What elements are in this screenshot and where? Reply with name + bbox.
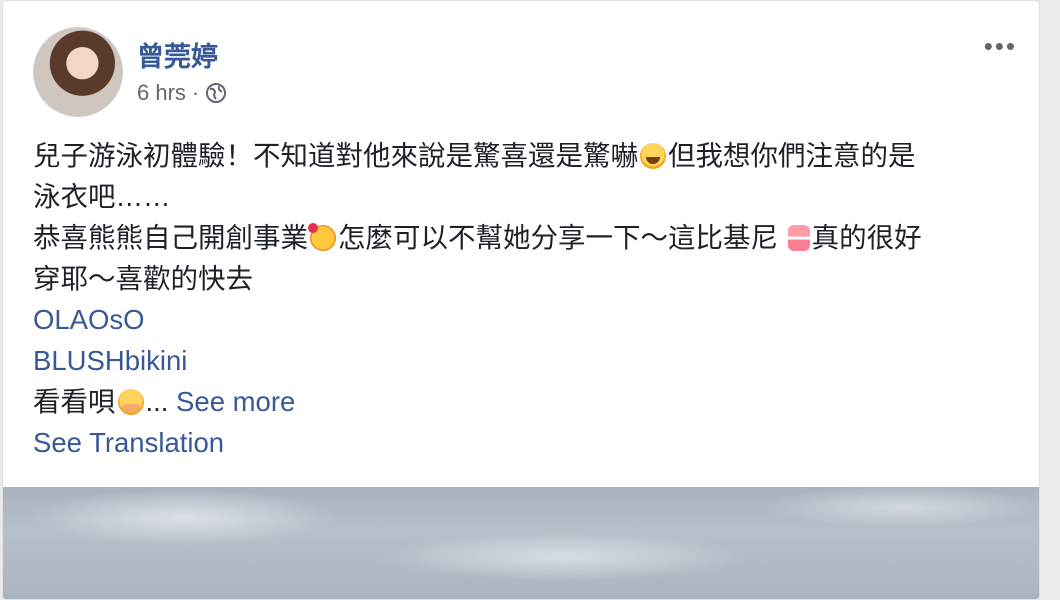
face-with-tears-of-joy-icon bbox=[640, 143, 666, 169]
post-text: 恭喜熊熊自己開創事業 bbox=[33, 222, 308, 253]
post-card: 曾莞婷 6 hrs · ••• 兒子游泳初體驗！不知道對他來說是驚喜還是驚嚇 但我… bbox=[2, 0, 1040, 600]
see-more-link[interactable]: See more bbox=[168, 386, 295, 417]
post-text: 但我想你們注意的是 bbox=[668, 140, 916, 171]
ellipsis: ... bbox=[145, 386, 169, 417]
post-photo[interactable] bbox=[3, 487, 1039, 599]
post-line: 恭喜熊熊自己開創事業 怎麼可以不幫她分享一下～這比基尼 真的很好 bbox=[33, 217, 1023, 258]
more-options-button[interactable]: ••• bbox=[984, 31, 1017, 62]
post-text: 怎麼可以不幫她分享一下～這比基尼 bbox=[338, 222, 786, 253]
post-text: 穿耶～喜歡的快去 bbox=[33, 263, 253, 294]
page-link-olaoso[interactable]: OLAOsO bbox=[33, 299, 1023, 340]
hugging-face-icon bbox=[117, 389, 144, 415]
post-text: 真的很好 bbox=[811, 222, 922, 253]
author-name[interactable]: 曾莞婷 bbox=[137, 35, 218, 74]
post-line: 看看唄... See more bbox=[33, 381, 1023, 422]
post-text: 兒子游泳初體驗！不知道對他來說是驚喜還是驚嚇 bbox=[33, 140, 638, 171]
post-body: 兒子游泳初體驗！不知道對他來說是驚喜還是驚嚇 但我想你們注意的是 泳衣吧…… 恭喜… bbox=[33, 135, 1023, 463]
post-line: 泳衣吧…… bbox=[33, 176, 1023, 217]
see-translation-link[interactable]: See Translation bbox=[33, 422, 1023, 463]
post-meta: 6 hrs · bbox=[137, 80, 227, 106]
post-timestamp[interactable]: 6 hrs bbox=[137, 80, 186, 106]
globe-icon[interactable] bbox=[205, 82, 227, 104]
bikini-icon bbox=[787, 225, 810, 251]
smiling-face-with-hearts-icon bbox=[308, 223, 336, 251]
post-line: 兒子游泳初體驗！不知道對他來說是驚喜還是驚嚇 但我想你們注意的是 bbox=[33, 135, 1023, 176]
post-text: 泳衣吧…… bbox=[33, 181, 171, 212]
meta-separator: · bbox=[191, 80, 200, 105]
author-avatar[interactable] bbox=[33, 27, 123, 117]
page-link-blushbikini[interactable]: BLUSHbikini bbox=[33, 340, 1023, 381]
post-text: 看看唄 bbox=[33, 386, 116, 417]
post-line: 穿耶～喜歡的快去 bbox=[33, 258, 1023, 299]
